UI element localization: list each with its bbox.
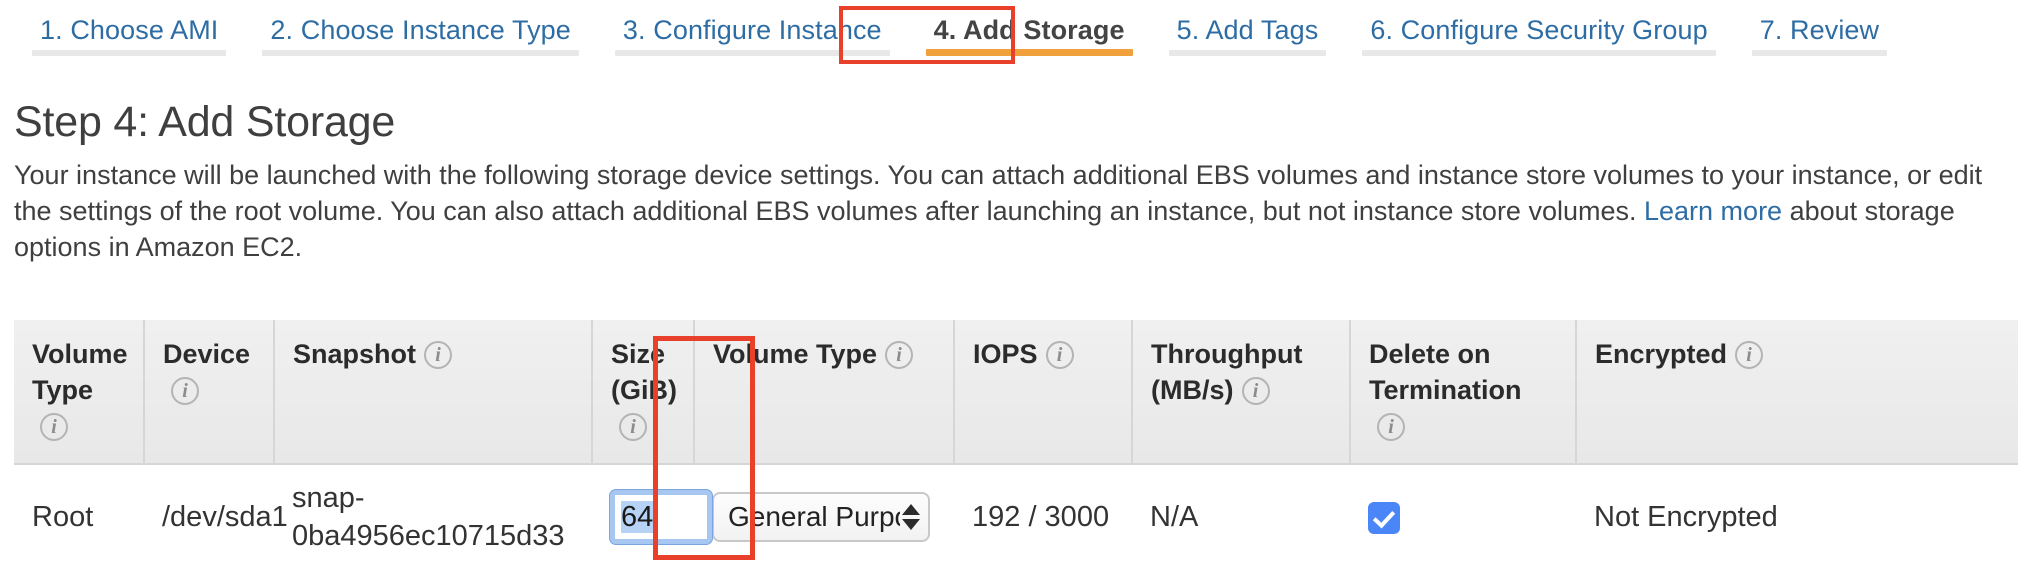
chevron-up-icon [902, 504, 920, 515]
cell-snapshot: snap-0ba4956ec10715d33 [274, 463, 592, 562]
storage-table-body: Root /dev/sda1 snap-0ba4956ec10715d33 64… [14, 463, 2018, 562]
col-header-encrypted[interactable]: Encrypted i [1575, 320, 2018, 464]
page-title: Step 4: Add Storage [14, 98, 396, 146]
ec2-add-storage-page: 1. Choose AMI 2. Choose Instance Type 3.… [0, 0, 2028, 562]
tab-label: 2. Choose Instance Type [270, 15, 571, 45]
info-icon[interactable]: i [1045, 341, 1074, 369]
tab-configure-security-group[interactable]: 6. Configure Security Group [1344, 0, 1733, 68]
cell-volume-type-select: General Purpose S [694, 463, 954, 562]
col-header-device[interactable]: Device i [143, 320, 274, 464]
tab-underline [262, 50, 579, 56]
col-header-iops[interactable]: IOPS i [953, 320, 1132, 464]
info-icon[interactable]: i [171, 377, 199, 405]
stepper-arrows-icon[interactable] [902, 504, 920, 530]
chevron-down-icon [902, 519, 920, 530]
col-header-label-line1: Throughput [1151, 339, 1303, 369]
info-icon[interactable]: i [1377, 413, 1405, 441]
col-header-label: Snapshot [293, 339, 417, 369]
col-header-label-line1: Delete on [1369, 339, 1491, 369]
size-input[interactable]: 64 [615, 495, 707, 539]
delete-on-termination-checkbox[interactable] [1368, 502, 1400, 535]
storage-table: Volume Type i Device i Snapshot i Size (G… [14, 320, 2018, 562]
tab-add-tags[interactable]: 5. Add Tags [1151, 0, 1345, 68]
tab-label: 5. Add Tags [1176, 15, 1319, 45]
tab-label: 7. Review [1759, 15, 1880, 45]
page-description: Your instance will be launched with the … [14, 157, 2020, 265]
tab-review[interactable]: 7. Review [1734, 0, 1905, 68]
cell-throughput: N/A [1132, 463, 1350, 562]
wizard-tab-bar: 1. Choose AMI 2. Choose Instance Type 3.… [0, 0, 2028, 68]
cell-encrypted: Not Encrypted [1576, 463, 2018, 562]
tab-label: 1. Choose AMI [40, 15, 219, 45]
info-icon[interactable]: i [619, 413, 647, 441]
size-input-value: 64 [621, 501, 654, 533]
col-header-label-line2: Type [32, 375, 94, 405]
tab-underline-active [925, 49, 1133, 56]
tab-underline [1751, 50, 1888, 56]
storage-table-container: Volume Type i Device i Snapshot i Size (G… [14, 320, 2018, 562]
tab-choose-instance-type[interactable]: 2. Choose Instance Type [244, 0, 597, 68]
table-header-row: Volume Type i Device i Snapshot i Size (G… [14, 320, 2018, 464]
col-header-delete-on-termination[interactable]: Delete on Termination i [1349, 320, 1576, 464]
tab-underline [32, 50, 227, 56]
col-header-label-line1: Volume [32, 339, 128, 369]
tab-label: 4. Add Storage [933, 15, 1125, 45]
info-icon[interactable]: i [424, 341, 453, 369]
cell-delete-on-termination [1350, 463, 1576, 562]
col-header-label: Device [163, 339, 251, 369]
col-header-snapshot[interactable]: Snapshot i [273, 320, 592, 464]
tab-add-storage[interactable]: 4. Add Storage [907, 0, 1151, 68]
col-header-label: Encrypted [1595, 339, 1728, 369]
col-header-throughput[interactable]: Throughput (MB/s) i [1131, 320, 1350, 464]
learn-more-link[interactable]: Learn more [1644, 196, 1782, 226]
tab-choose-ami[interactable]: 1. Choose AMI [14, 0, 244, 68]
volume-type-selected-value: General Purpose S [728, 501, 900, 532]
tab-underline [1362, 50, 1716, 56]
cell-volume-type: Root [14, 463, 144, 562]
info-icon[interactable]: i [885, 341, 914, 369]
cell-device: /dev/sda1 [144, 463, 288, 562]
tab-configure-instance[interactable]: 3. Configure Instance [597, 0, 908, 68]
info-icon[interactable]: i [1735, 341, 1764, 369]
col-header-label: Volume Type [713, 339, 878, 369]
col-header-label: IOPS [973, 339, 1038, 369]
table-row: Root /dev/sda1 snap-0ba4956ec10715d33 64… [14, 463, 2018, 562]
col-header-size[interactable]: Size (GiB) i [591, 320, 694, 464]
col-header-label-line2: (GiB) [611, 375, 677, 405]
col-header-label-line2: Termination [1369, 375, 1522, 405]
tab-label: 3. Configure Instance [622, 15, 882, 45]
info-icon[interactable]: i [1241, 377, 1270, 405]
col-header-label-line2: (MB/s) [1151, 375, 1234, 405]
size-input-focus-ring: 64 [610, 490, 712, 544]
cell-iops: 192 / 3000 [954, 463, 1132, 562]
storage-table-head: Volume Type i Device i Snapshot i Size (G… [14, 320, 2018, 464]
info-icon[interactable]: i [40, 413, 68, 441]
col-header-volume-type[interactable]: Volume Type i [14, 320, 144, 464]
col-header-volume-type-2[interactable]: Volume Type i [693, 320, 954, 464]
tab-underline [1168, 50, 1327, 56]
tab-underline [614, 50, 890, 56]
volume-type-select[interactable]: General Purpose S [712, 492, 930, 542]
col-header-label-line1: Size [611, 339, 666, 369]
cell-size: 64 [592, 463, 712, 562]
tab-label: 6. Configure Security Group [1370, 15, 1708, 45]
